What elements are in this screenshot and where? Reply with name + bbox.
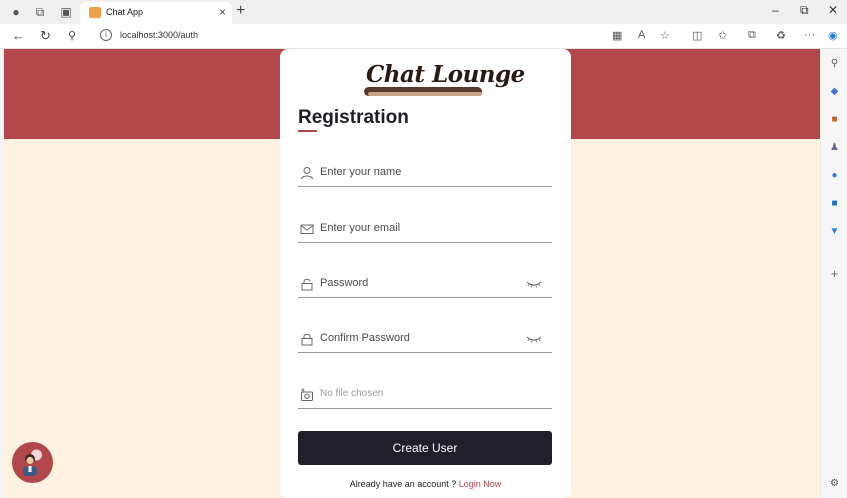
registration-card: Chat Lounge Registration Enter your name… bbox=[280, 49, 571, 498]
more-menu-icon[interactable]: ··· bbox=[804, 29, 815, 41]
profile-icon[interactable]: ● bbox=[8, 4, 24, 20]
confirm-password-input[interactable]: Confirm Password bbox=[320, 332, 410, 344]
support-agent-icon bbox=[23, 449, 42, 476]
email-field[interactable]: Enter your email bbox=[298, 213, 552, 243]
avatar-upload-field[interactable]: No file chosen bbox=[298, 379, 552, 409]
back-arrow-icon[interactable]: ← bbox=[12, 28, 25, 43]
extensions-icon[interactable]: ♻ bbox=[776, 29, 786, 42]
chat-lounge-logo: Chat Lounge bbox=[364, 59, 525, 107]
search-icon[interactable]: ⚲ bbox=[68, 29, 76, 42]
browser-title-bar: ● ⧉ ▣ Chat App × + – ⧉ ✕ bbox=[0, 0, 847, 24]
favorite-star-icon[interactable]: ☆ bbox=[660, 29, 670, 42]
url-text[interactable]: localhost:3000/auth bbox=[120, 30, 198, 40]
logo-text: Chat Lounge bbox=[366, 61, 525, 88]
outlook-icon[interactable]: ■ bbox=[828, 197, 841, 210]
email-input[interactable]: Enter your email bbox=[320, 222, 400, 234]
tab-actions-icon[interactable]: ▣ bbox=[58, 4, 74, 20]
url-field[interactable]: i localhost:3000/auth bbox=[92, 26, 592, 46]
login-now-link[interactable]: Login Now bbox=[459, 479, 502, 489]
minimize-button[interactable]: – bbox=[772, 3, 779, 17]
lock-icon bbox=[301, 278, 313, 291]
already-account-text: Already have an account ? bbox=[349, 479, 457, 489]
restore-button[interactable]: ⧉ bbox=[800, 3, 809, 18]
create-user-button[interactable]: Create User bbox=[298, 431, 552, 465]
eye-closed-icon[interactable] bbox=[526, 334, 542, 344]
envelope-icon bbox=[300, 224, 314, 234]
password-field[interactable]: Password bbox=[298, 268, 552, 298]
microsoft-365-icon[interactable]: ● bbox=[828, 169, 841, 182]
split-screen-icon[interactable]: ◫ bbox=[692, 29, 702, 42]
lock-icon bbox=[301, 333, 313, 346]
name-input[interactable]: Enter your name bbox=[320, 166, 401, 178]
workspaces-icon[interactable]: ⧉ bbox=[32, 4, 48, 20]
eye-closed-icon[interactable] bbox=[526, 279, 542, 289]
favorites-icon[interactable]: ✩ bbox=[718, 29, 727, 42]
name-field[interactable]: Enter your name bbox=[298, 157, 552, 187]
support-avatar-button[interactable] bbox=[12, 442, 53, 483]
new-tab-button[interactable]: + bbox=[236, 2, 245, 20]
site-info-icon[interactable]: i bbox=[100, 29, 112, 41]
password-input[interactable]: Password bbox=[320, 277, 368, 289]
user-icon bbox=[301, 167, 313, 180]
sidebar-settings-gear-icon[interactable]: ⚙ bbox=[828, 477, 841, 490]
page-viewport: Chat Lounge Registration Enter your name… bbox=[4, 49, 820, 498]
file-input[interactable]: No file chosen bbox=[320, 388, 383, 399]
refresh-icon[interactable]: ↻ bbox=[40, 28, 51, 44]
designer-icon[interactable]: ▼ bbox=[828, 225, 841, 238]
shopping-tag-icon[interactable]: ◆ bbox=[828, 85, 841, 98]
close-tab-icon[interactable]: × bbox=[219, 5, 226, 19]
chat-favicon-icon bbox=[89, 7, 101, 18]
add-sidebar-app-icon[interactable]: + bbox=[828, 267, 841, 280]
login-prompt: Already have an account ? Login Now bbox=[280, 479, 571, 489]
browser-sidebar: ⚲ ◆ ■ ♟ ● ■ ▼ + ⚙ bbox=[820, 49, 847, 498]
add-photo-icon[interactable] bbox=[300, 388, 314, 402]
browser-tab-chat-app[interactable]: Chat App × bbox=[80, 2, 232, 24]
confirm-password-field[interactable]: Confirm Password bbox=[298, 323, 552, 353]
copilot-icon[interactable]: ◉ bbox=[828, 29, 838, 42]
read-aloud-icon[interactable]: A bbox=[638, 29, 645, 41]
tab-title: Chat App bbox=[106, 7, 144, 17]
page-title: Registration bbox=[298, 107, 409, 128]
tools-briefcase-icon[interactable]: ■ bbox=[828, 113, 841, 126]
sidebar-search-icon[interactable]: ⚲ bbox=[828, 57, 841, 70]
collections-icon[interactable]: ⧉ bbox=[748, 29, 756, 42]
heading-underline bbox=[298, 130, 317, 132]
app-available-icon[interactable]: ▦ bbox=[612, 29, 622, 42]
address-bar: ← ↻ ⚲ i localhost:3000/auth ▦ A ☆ ◫ ✩ ⧉ … bbox=[0, 24, 847, 49]
close-window-button[interactable]: ✕ bbox=[828, 3, 838, 17]
games-icon[interactable]: ♟ bbox=[828, 141, 841, 154]
